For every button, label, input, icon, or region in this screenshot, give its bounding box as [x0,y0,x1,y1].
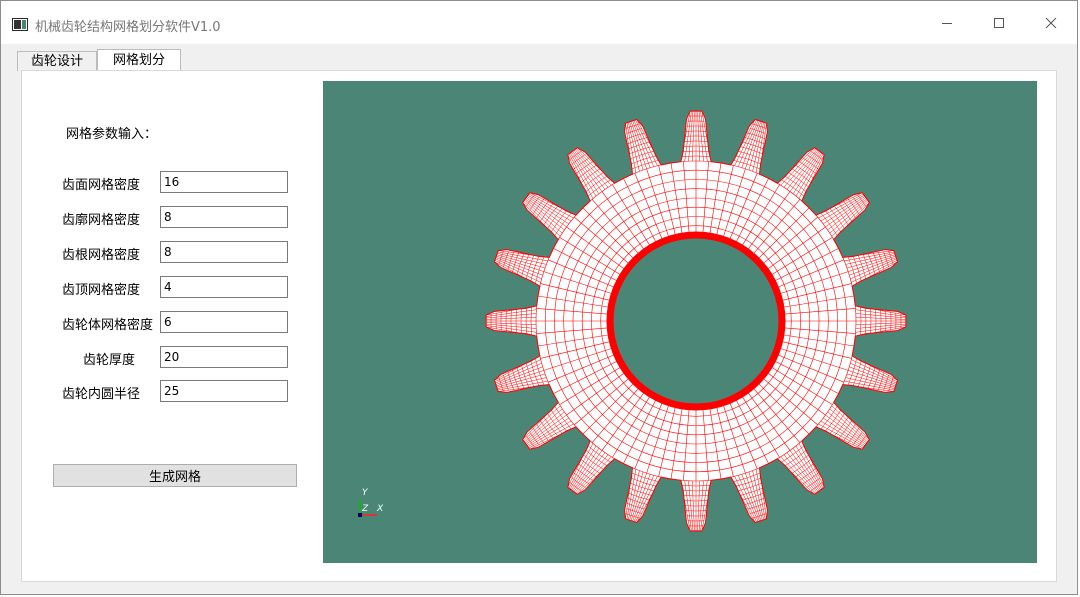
field-label: 齿根网格密度 [62,248,141,263]
close-icon [1045,17,1057,28]
x-axis-label: X [376,504,384,514]
tab-gear-design[interactable]: 齿轮设计 [17,51,97,71]
maximize-button[interactable] [973,1,1025,44]
field-label: 齿轮体网格密度 [62,318,154,333]
minimize-button[interactable] [921,1,973,44]
generate-mesh-button[interactable]: 生成网格 [53,464,297,487]
title-bar[interactable]: 机械齿轮结构网格划分软件V1.0 [1,1,1077,44]
mesh-viewport[interactable]: Y Z X [323,81,1037,563]
app-icon [12,18,28,31]
maximize-icon [994,17,1004,28]
gear-mesh-render: Y Z X [358,110,907,532]
close-button[interactable] [1025,1,1077,44]
minimize-icon [942,22,952,24]
inner-radius-input[interactable] [160,380,288,402]
section-title: 网格参数输入： [66,127,158,142]
field-label: 齿廓网格密度 [62,213,141,228]
field-label: 齿轮厚度 [83,353,136,368]
field-label: 齿面网格密度 [62,178,141,193]
tooth-root-density-input[interactable] [160,241,288,263]
tooth-top-density-input[interactable] [160,276,288,298]
window-title: 机械齿轮结构网格划分软件V1.0 [35,20,221,35]
gear-thickness-input[interactable] [160,346,288,368]
field-label: 齿轮内圆半径 [62,387,141,402]
y-axis-label: Y [362,488,369,498]
z-axis-label: Z [361,504,369,514]
tooth-profile-density-input[interactable] [160,206,288,228]
field-label: 齿顶网格密度 [62,283,141,298]
gear-body-density-input[interactable] [160,311,288,333]
tooth-face-density-input[interactable] [160,171,288,193]
tab-mesh-generation[interactable]: 网格划分 [97,49,181,71]
axis-triad: Y Z X [358,488,384,517]
